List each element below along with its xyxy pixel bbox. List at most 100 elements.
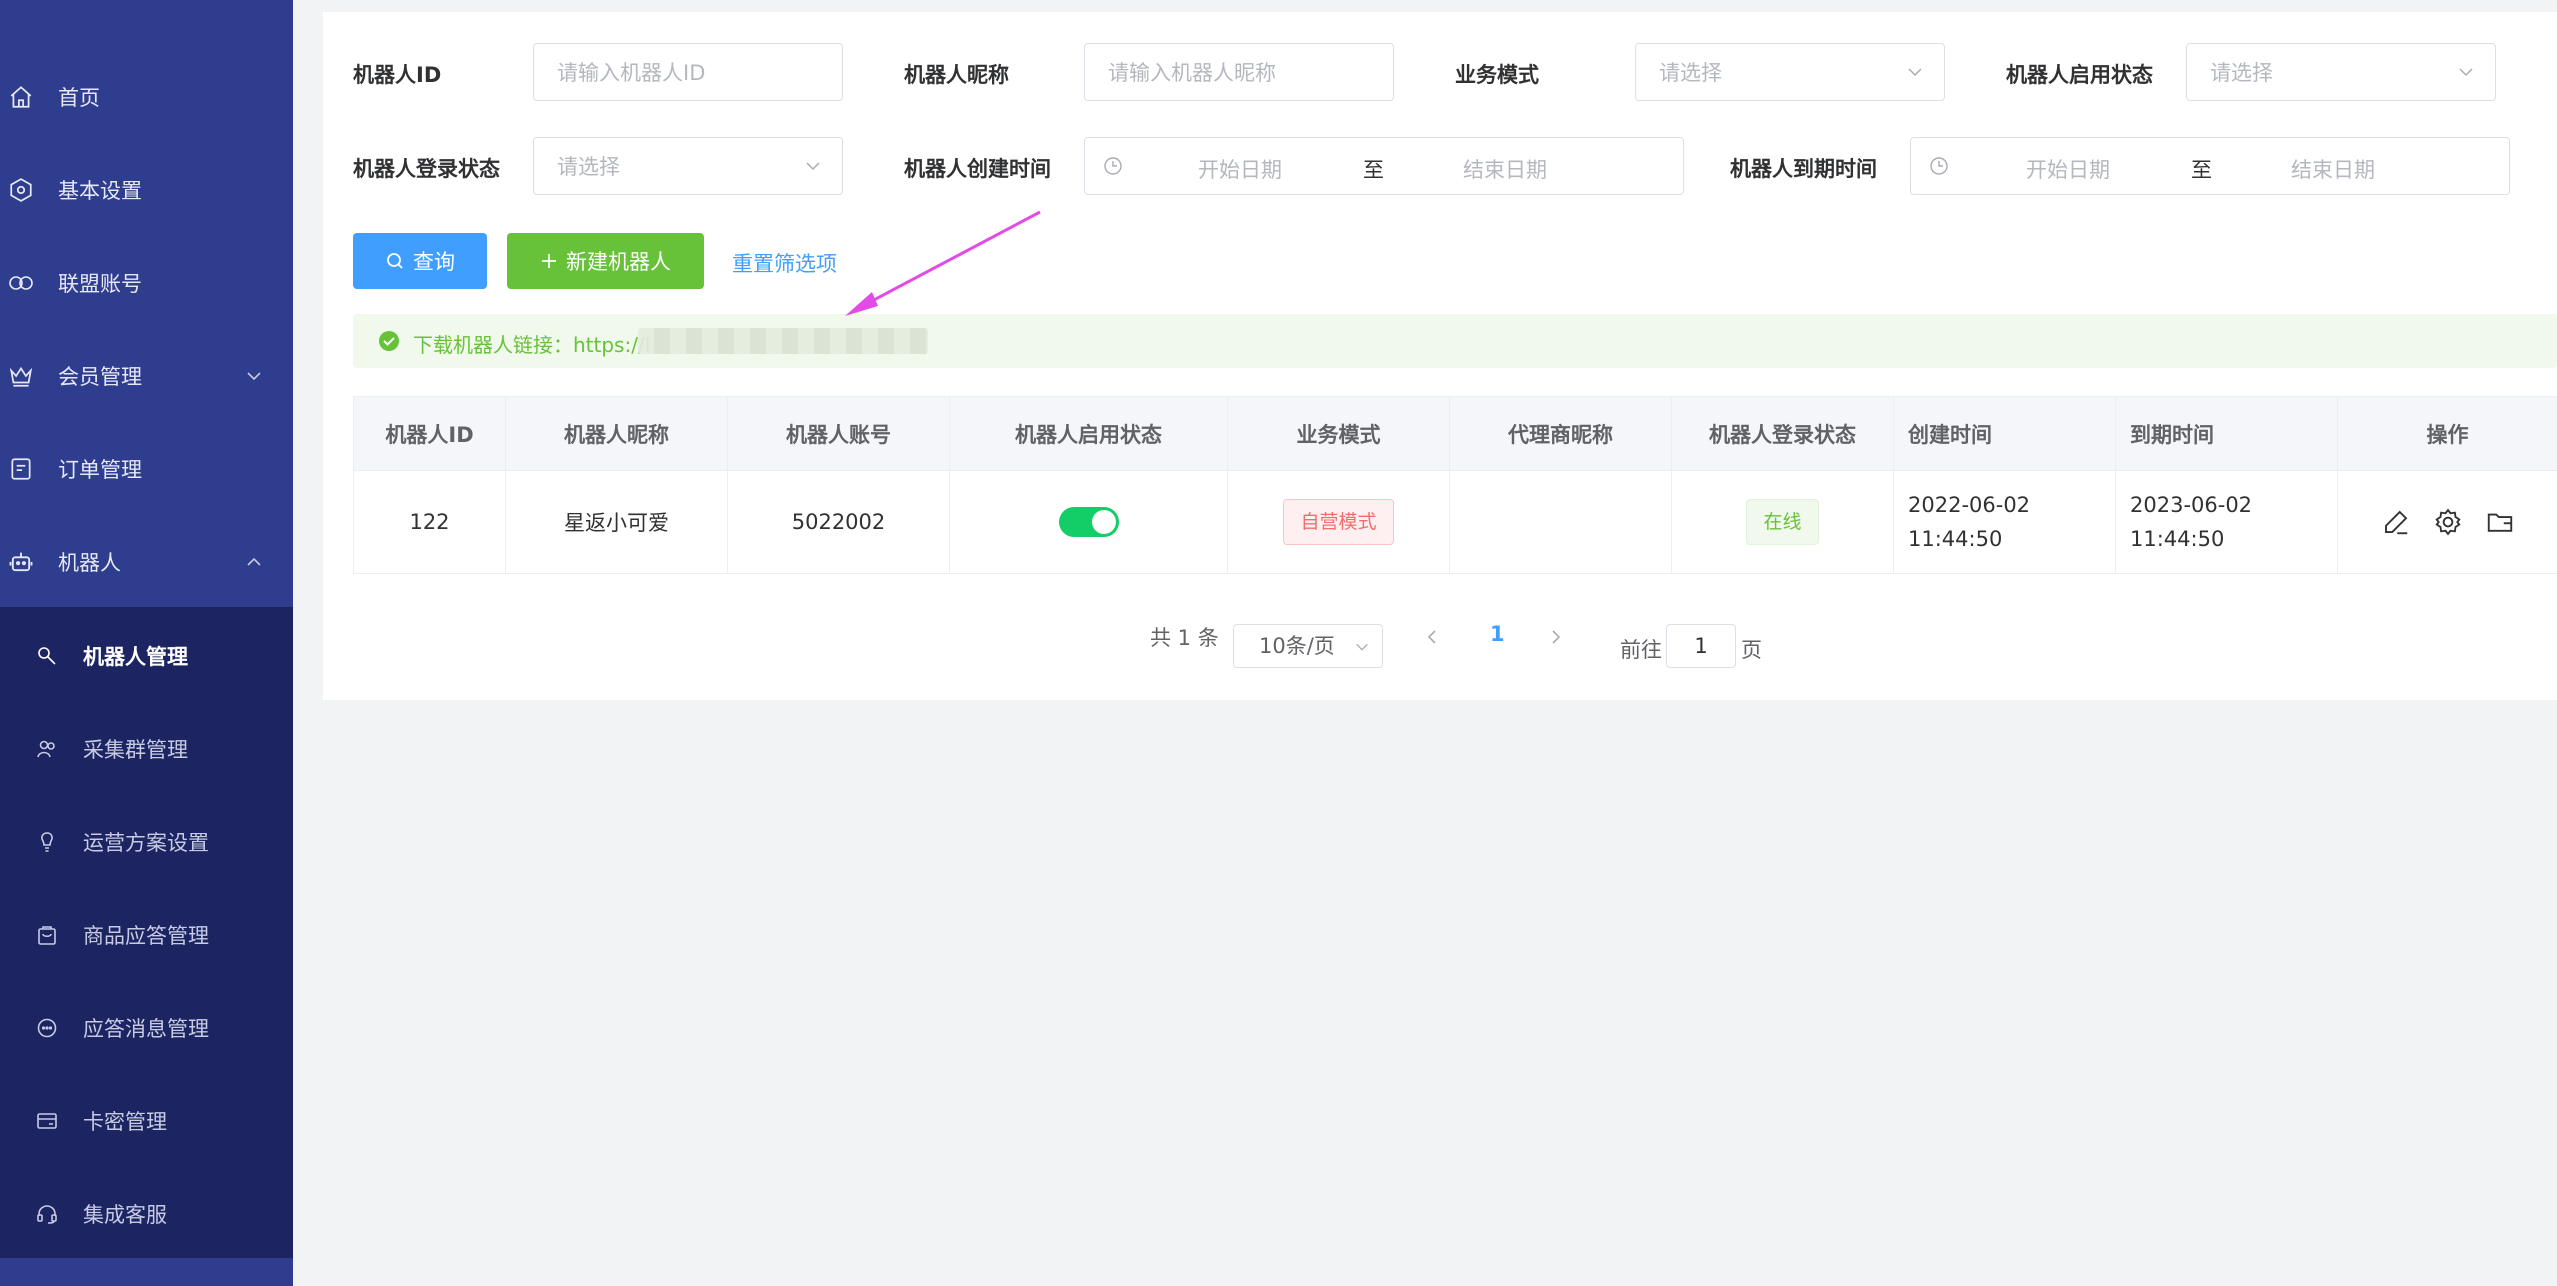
cell-account: 5022002 xyxy=(727,470,950,574)
sidebar-subitem-customer-service[interactable]: 集成客服 xyxy=(0,1184,293,1244)
sidebar-item-home[interactable]: 首页 xyxy=(0,67,293,127)
gear-icon[interactable] xyxy=(2433,507,2463,537)
table-row: 122 星返小可爱 5022002 自营模式 在线 2022-06-02 11:… xyxy=(353,470,2557,574)
redacted-url xyxy=(638,328,928,354)
chevron-down-icon xyxy=(804,157,822,175)
chevron-down-icon xyxy=(1906,63,1924,81)
cell-login-status: 在线 xyxy=(1671,470,1894,574)
column-header: 创建时间 xyxy=(1893,396,2116,471)
cell-robot-id: 122 xyxy=(353,470,506,574)
prev-page-button[interactable] xyxy=(1424,628,1442,646)
cell-operations xyxy=(2337,470,2557,574)
created-start-date[interactable]: 开始日期 xyxy=(1198,154,1282,184)
column-header: 业务模式 xyxy=(1227,396,1450,471)
column-header: 机器人昵称 xyxy=(505,396,728,471)
plus-icon xyxy=(540,252,558,270)
sidebar-item-label: 订单管理 xyxy=(58,458,142,482)
created-end-date[interactable]: 结束日期 xyxy=(1463,154,1547,184)
goto-suffix: 页 xyxy=(1741,638,1762,662)
goto-prefix: 前往 xyxy=(1620,638,1662,662)
mode-label: 业务模式 xyxy=(1455,63,1539,87)
sidebar-item-basic-settings[interactable]: 基本设置 xyxy=(0,160,293,220)
sidebar-item-label: 机器人 xyxy=(58,551,121,575)
sidebar-subitem-label: 机器人管理 xyxy=(83,645,188,669)
page-size-select[interactable]: 10条/页 xyxy=(1233,624,1383,668)
chevron-up-icon xyxy=(245,553,263,571)
cell-agent-nickname xyxy=(1449,470,1672,574)
sidebar-subitem-robot-management[interactable]: 机器人管理 xyxy=(0,626,293,686)
column-header: 机器人账号 xyxy=(727,396,950,471)
enable-toggle[interactable] xyxy=(1058,507,1119,537)
new-robot-button-label: 新建机器人 xyxy=(566,250,671,274)
edit-icon[interactable] xyxy=(2381,507,2411,537)
sidebar-item-label: 联盟账号 xyxy=(58,272,142,296)
created-date-range[interactable]: 开始日期 至 结束日期 xyxy=(1084,137,1684,195)
robot-id-input[interactable]: 请输入机器人ID xyxy=(533,43,843,101)
sidebar-subitem-goods-reply[interactable]: 商品应答管理 xyxy=(0,905,293,965)
card-icon xyxy=(34,1108,60,1134)
column-header: 机器人启用状态 xyxy=(949,396,1228,471)
reset-filters-link[interactable]: 重置筛选项 xyxy=(732,248,837,278)
nickname-input[interactable]: 请输入机器人昵称 xyxy=(1084,43,1394,101)
crown-icon xyxy=(6,361,36,391)
new-robot-button[interactable]: 新建机器人 xyxy=(507,233,704,289)
sidebar-subitem-reply-message[interactable]: 应答消息管理 xyxy=(0,998,293,1058)
cell-expire-time: 2023-06-02 11:44:50 xyxy=(2115,470,2338,574)
chevron-down-icon xyxy=(245,367,263,385)
sidebar-bottom-strip xyxy=(0,1258,293,1286)
table-header-row: 机器人ID 机器人昵称 机器人账号 机器人启用状态 业务模式 代理商昵称 机器人… xyxy=(353,396,2557,471)
sidebar-subitem-operation-plan[interactable]: 运营方案设置 xyxy=(0,812,293,872)
chevron-down-icon xyxy=(2457,63,2475,81)
sidebar-item-member-management[interactable]: 会员管理 xyxy=(0,346,293,406)
sidebar-subitem-label: 卡密管理 xyxy=(83,1110,167,1134)
expire-start-date[interactable]: 开始日期 xyxy=(2026,154,2110,184)
sidebar-item-order-management[interactable]: 订单管理 xyxy=(0,439,293,499)
login-status-tag: 在线 xyxy=(1746,499,1819,545)
mode-placeholder: 请选择 xyxy=(1659,61,1722,85)
clock-icon xyxy=(1929,156,1949,176)
column-header: 代理商昵称 xyxy=(1449,396,1672,471)
sidebar-subitem-card-key[interactable]: 卡密管理 xyxy=(0,1091,293,1151)
mode-tag: 自营模式 xyxy=(1283,499,1394,545)
sidebar-subitem-label: 应答消息管理 xyxy=(83,1017,209,1041)
login-status-placeholder: 请选择 xyxy=(557,155,620,179)
group-icon xyxy=(34,736,60,762)
folder-icon[interactable] xyxy=(2485,507,2515,537)
sidebar-subitem-collect-group[interactable]: 采集群管理 xyxy=(0,719,293,779)
chevron-down-icon xyxy=(1354,639,1370,655)
headset-icon xyxy=(34,1201,60,1227)
search-icon xyxy=(385,251,405,271)
sidebar-item-alliance-account[interactable]: 联盟账号 xyxy=(0,253,293,313)
query-button-label: 查询 xyxy=(413,250,455,274)
settings-icon xyxy=(6,175,36,205)
sidebar-subitem-label: 采集群管理 xyxy=(83,738,188,762)
cell-nickname: 星返小可爱 xyxy=(505,470,728,574)
robot-icon xyxy=(6,547,36,577)
sidebar-item-label: 会员管理 xyxy=(58,365,142,389)
next-page-button[interactable] xyxy=(1546,628,1564,646)
expire-range-separator: 至 xyxy=(2191,158,2212,182)
sidebar: 首页 基本设置 联盟账号 会员管理 订单管理 机器人 机器人管理 采集群管理 运… xyxy=(0,0,293,1286)
download-link-text[interactable]: 下载机器人链接：https://l xyxy=(413,329,650,358)
created-range-separator: 至 xyxy=(1363,158,1384,182)
current-page[interactable]: 1 xyxy=(1490,622,1505,646)
sidebar-subitem-label: 运营方案设置 xyxy=(83,831,209,855)
sidebar-item-label: 基本设置 xyxy=(58,179,142,203)
sidebar-subitem-label: 集成客服 xyxy=(83,1203,167,1227)
sidebar-item-robot[interactable]: 机器人 xyxy=(0,532,293,592)
mode-select[interactable]: 请选择 xyxy=(1635,43,1945,101)
sidebar-subitem-label: 商品应答管理 xyxy=(83,924,209,948)
enable-status-select[interactable]: 请选择 xyxy=(2186,43,2496,101)
link-icon xyxy=(6,268,36,298)
nickname-placeholder: 请输入机器人昵称 xyxy=(1108,61,1276,85)
login-status-select[interactable]: 请选择 xyxy=(533,137,843,195)
goto-page-input[interactable]: 1 xyxy=(1666,624,1736,668)
query-button[interactable]: 查询 xyxy=(353,233,487,289)
expire-date-range[interactable]: 开始日期 至 结束日期 xyxy=(1910,137,2510,195)
bulb-icon xyxy=(34,829,60,855)
robot-table: 机器人ID 机器人昵称 机器人账号 机器人启用状态 业务模式 代理商昵称 机器人… xyxy=(353,396,2557,574)
enable-status-placeholder: 请选择 xyxy=(2210,61,2273,85)
expire-end-date[interactable]: 结束日期 xyxy=(2291,154,2375,184)
goods-icon xyxy=(34,922,60,948)
column-header: 机器人ID xyxy=(353,396,506,471)
